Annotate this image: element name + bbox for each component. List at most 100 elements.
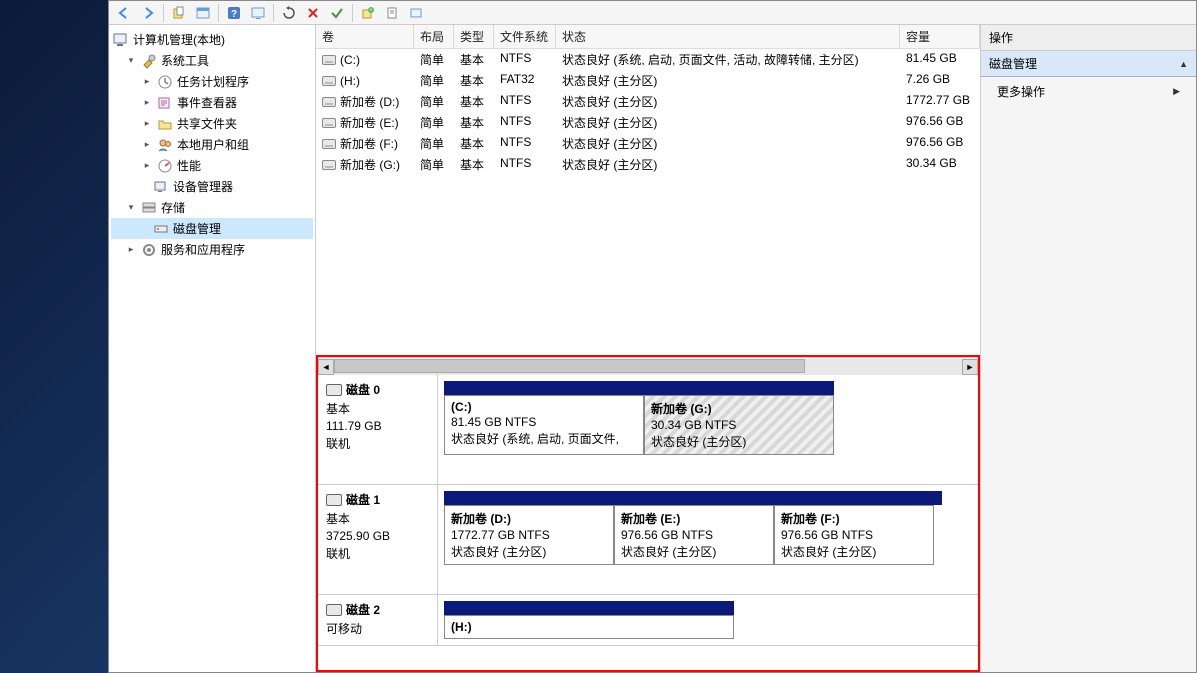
disk-2-partitions: (H:) (438, 595, 978, 645)
expander-icon[interactable]: ▸ (141, 160, 153, 172)
back-button[interactable] (113, 3, 135, 23)
volume-row[interactable]: 新加卷 (F:)简单基本NTFS状态良好 (主分区)976.56 GB (316, 133, 980, 154)
tools-icon (141, 53, 157, 69)
drive-icon (322, 97, 336, 107)
computer-icon (113, 32, 129, 48)
help-icon[interactable]: ? (223, 3, 245, 23)
partition[interactable]: 新加卷 (D:)1772.77 GB NTFS状态良好 (主分区) (444, 505, 614, 565)
attach-icon[interactable] (381, 3, 403, 23)
tree-shared-folders[interactable]: ▸ 共享文件夹 (111, 113, 313, 134)
check-icon[interactable] (326, 3, 348, 23)
col-fs[interactable]: 文件系统 (494, 25, 556, 48)
actions-panel: 操作 磁盘管理 ▲ 更多操作 ▶ (981, 25, 1196, 672)
disk-icon (326, 604, 342, 616)
toolbar: ? + (109, 1, 1196, 25)
actions-more[interactable]: 更多操作 ▶ (981, 77, 1196, 106)
disk-0-block[interactable]: 磁盘 0 基本 111.79 GB 联机 (C:)81.45 GB NTFS状态… (318, 375, 978, 485)
tree-disk-management[interactable]: 磁盘管理 (111, 218, 313, 239)
svg-text:+: + (369, 8, 373, 14)
col-type[interactable]: 类型 (454, 25, 494, 48)
disk-0-state: 联机 (326, 435, 429, 452)
tree-root-label: 计算机管理(本地) (133, 31, 225, 48)
disk-1-kind: 基本 (326, 510, 429, 527)
disk-0-size: 111.79 GB (326, 419, 429, 433)
actions-category[interactable]: 磁盘管理 ▲ (981, 51, 1196, 77)
tree-local-users[interactable]: ▸ 本地用户和组 (111, 134, 313, 155)
new-volume-icon[interactable]: + (357, 3, 379, 23)
volume-row[interactable]: (C:)简单基本NTFS状态良好 (系统, 启动, 页面文件, 活动, 故障转储… (316, 49, 980, 70)
tree-disk-management-label: 磁盘管理 (173, 220, 221, 237)
tree-services-apps-label: 服务和应用程序 (161, 241, 245, 258)
monitor-icon[interactable] (247, 3, 269, 23)
collapse-icon[interactable]: ▲ (1179, 59, 1188, 69)
partition[interactable]: 新加卷 (E:)976.56 GB NTFS状态良好 (主分区) (614, 505, 774, 565)
forward-button[interactable] (137, 3, 159, 23)
col-volume[interactable]: 卷 (316, 25, 414, 48)
disk-0-title: 磁盘 0 (346, 381, 380, 398)
volume-row[interactable]: 新加卷 (D:)简单基本NTFS状态良好 (主分区)1772.77 GB (316, 91, 980, 112)
refresh-icon[interactable] (278, 3, 300, 23)
disk-2-block[interactable]: 磁盘 2 可移动 (H:) (318, 595, 978, 646)
tree-event-viewer[interactable]: ▸ 事件查看器 (111, 92, 313, 113)
tree-system-tools[interactable]: ▾ 系统工具 (111, 50, 313, 71)
tree-storage-label: 存储 (161, 199, 185, 216)
tree-root[interactable]: 计算机管理(本地) (111, 29, 313, 50)
delete-icon[interactable] (302, 3, 324, 23)
expander-icon[interactable]: ▸ (141, 118, 153, 130)
tree-task-scheduler[interactable]: ▸ 任务计划程序 (111, 71, 313, 92)
expander-icon[interactable]: ▾ (125, 202, 137, 214)
drive-icon (322, 139, 336, 149)
clock-icon (157, 74, 173, 90)
properties-icon[interactable] (192, 3, 214, 23)
disk-1-size: 3725.90 GB (326, 529, 429, 543)
tree-local-users-label: 本地用户和组 (177, 136, 249, 153)
partition[interactable]: 新加卷 (F:)976.56 GB NTFS状态良好 (主分区) (774, 505, 934, 565)
col-capacity[interactable]: 容量 (900, 25, 980, 48)
disk-1-title: 磁盘 1 (346, 491, 380, 508)
tree-device-manager-label: 设备管理器 (173, 178, 233, 195)
partition[interactable]: 新加卷 (G:)30.34 GB NTFS状态良好 (主分区) (644, 395, 834, 455)
disk-icon (326, 494, 342, 506)
paste-icon[interactable] (168, 3, 190, 23)
tree-services-apps[interactable]: ▸ 服务和应用程序 (111, 239, 313, 260)
volume-row[interactable]: (H:)简单基本FAT32状态良好 (主分区)7.26 GB (316, 70, 980, 91)
drive-icon (322, 76, 336, 86)
main-content: 卷 布局 类型 文件系统 状态 容量 (C:)简单基本NTFS状态良好 (系统,… (316, 25, 981, 672)
expander-icon[interactable]: ▸ (141, 97, 153, 109)
tree-storage[interactable]: ▾ 存储 (111, 197, 313, 218)
expander-icon[interactable]: ▾ (125, 55, 137, 67)
expander-icon[interactable]: ▸ (141, 76, 153, 88)
volume-row[interactable]: 新加卷 (E:)简单基本NTFS状态良好 (主分区)976.56 GB (316, 112, 980, 133)
partition[interactable]: (C:)81.45 GB NTFS状态良好 (系统, 启动, 页面文件, (444, 395, 644, 455)
expander-icon[interactable]: ▸ (125, 244, 137, 256)
disk-2-kind: 可移动 (326, 620, 429, 637)
partition[interactable]: (H:) (444, 615, 734, 639)
disk-mgmt-icon (153, 221, 169, 237)
disk-icon (326, 384, 342, 396)
col-status[interactable]: 状态 (556, 25, 900, 48)
detach-icon[interactable] (405, 3, 427, 23)
horizontal-scrollbar[interactable]: ◄ ► (318, 357, 978, 375)
tree-performance[interactable]: ▸ 性能 (111, 155, 313, 176)
svg-text:?: ? (231, 9, 237, 20)
col-layout[interactable]: 布局 (414, 25, 454, 48)
expander-icon[interactable]: ▸ (141, 139, 153, 151)
disk-1-partitions: 新加卷 (D:)1772.77 GB NTFS状态良好 (主分区)新加卷 (E:… (438, 485, 978, 594)
volume-rows[interactable]: (C:)简单基本NTFS状态良好 (系统, 启动, 页面文件, 活动, 故障转储… (316, 49, 980, 355)
folder-share-icon (157, 116, 173, 132)
disk-1-block[interactable]: 磁盘 1 基本 3725.90 GB 联机 新加卷 (D:)1772.77 GB… (318, 485, 978, 595)
volume-list-header[interactable]: 卷 布局 类型 文件系统 状态 容量 (316, 25, 980, 49)
disk-2-title: 磁盘 2 (346, 601, 380, 618)
performance-icon (157, 158, 173, 174)
scroll-right-icon[interactable]: ► (962, 359, 978, 375)
storage-icon (141, 200, 157, 216)
scroll-left-icon[interactable]: ◄ (318, 359, 334, 375)
navigation-tree[interactable]: 计算机管理(本地) ▾ 系统工具 ▸ 任务计划程序 ▸ 事件查看器 (109, 25, 316, 672)
drive-icon (322, 118, 336, 128)
disk-0-partitions: (C:)81.45 GB NTFS状态良好 (系统, 启动, 页面文件, 新加卷… (438, 375, 978, 484)
tree-performance-label: 性能 (177, 157, 201, 174)
tree-device-manager[interactable]: 设备管理器 (111, 176, 313, 197)
drive-icon (322, 55, 336, 65)
volume-row[interactable]: 新加卷 (G:)简单基本NTFS状态良好 (主分区)30.34 GB (316, 154, 980, 175)
services-icon (141, 242, 157, 258)
